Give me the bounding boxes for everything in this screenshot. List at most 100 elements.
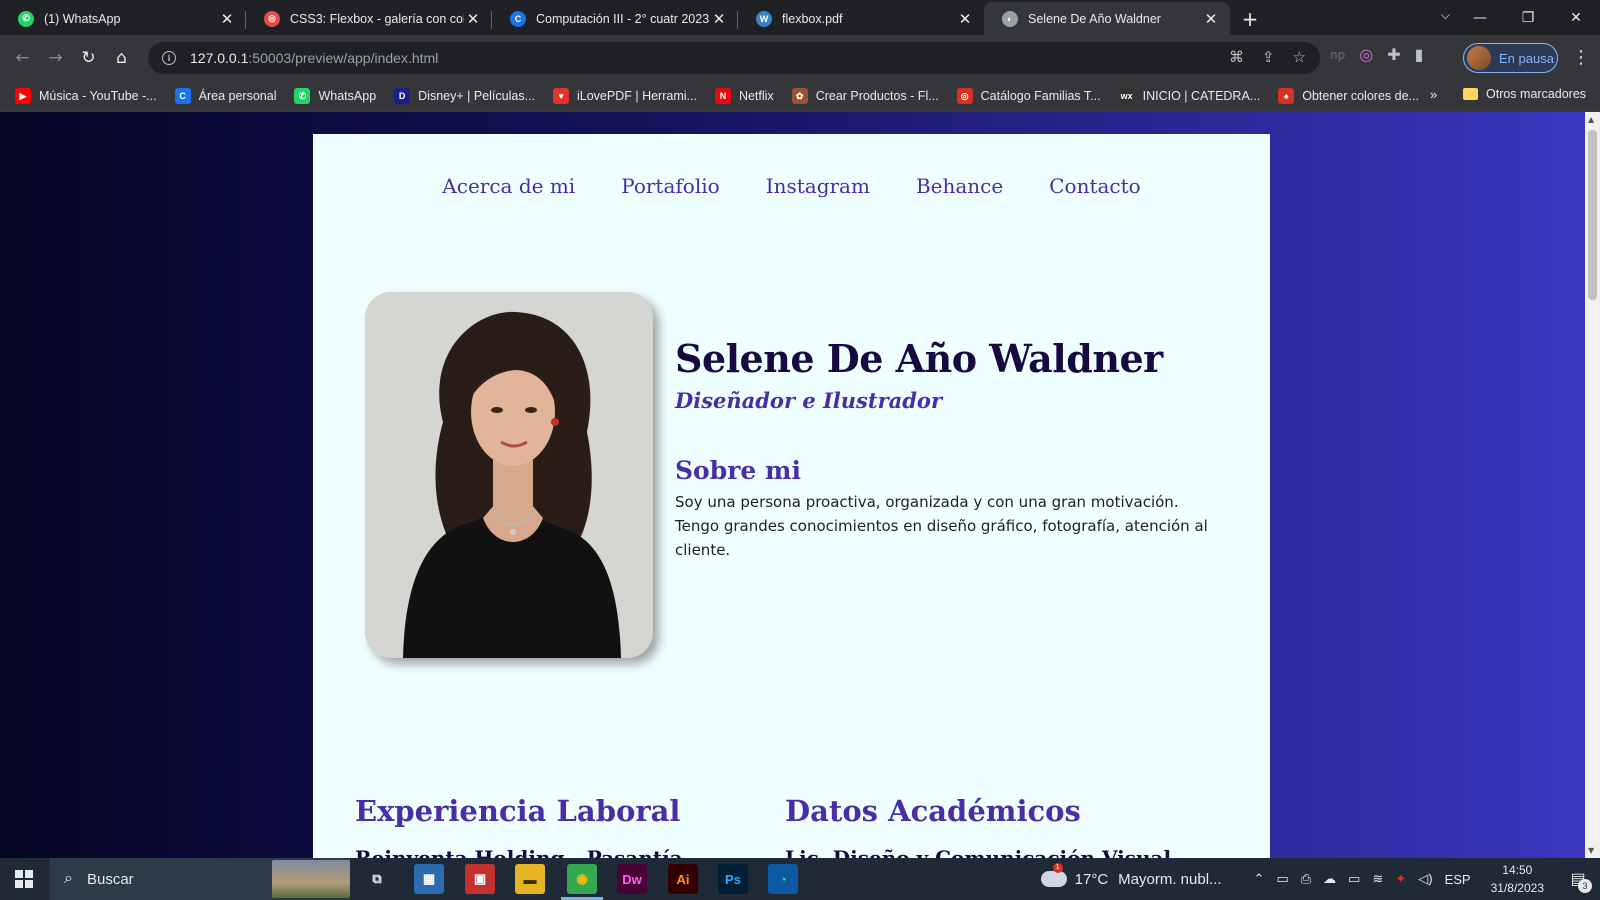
clock-time: 14:50 bbox=[1502, 863, 1533, 877]
extension-np-icon[interactable]: np bbox=[1330, 48, 1345, 62]
bookmark-label: WhatsApp bbox=[318, 89, 377, 103]
notification-center-icon[interactable]: ▤ 3 bbox=[1564, 865, 1592, 893]
nav-link-portafolio[interactable]: Portafolio bbox=[621, 174, 720, 198]
scroll-down-icon[interactable]: ▼ bbox=[1588, 846, 1594, 855]
url-text[interactable]: 127.0.0.1:50003/preview/app/index.html bbox=[190, 50, 438, 66]
site-info-icon[interactable]: i bbox=[162, 51, 176, 65]
translate-icon[interactable]: ⌘ bbox=[1229, 48, 1244, 66]
nav-link-acerca[interactable]: Acerca de mi bbox=[442, 174, 575, 198]
browser-tab[interactable]: ◐ Selene De Año Waldner ✕ bbox=[984, 2, 1230, 35]
bookmark-item[interactable]: ▶ Música - YouTube -... bbox=[15, 88, 157, 104]
edge-icon[interactable]: ◔ bbox=[768, 864, 798, 894]
bookmarks-overflow-icon[interactable]: » bbox=[1430, 87, 1437, 102]
forward-icon[interactable]: → bbox=[39, 42, 72, 75]
bookmark-label: Crear Productos - Fl... bbox=[815, 89, 939, 103]
browser-tab[interactable]: ✆ (1) WhatsApp ✕ bbox=[0, 2, 246, 35]
other-bookmarks-folder[interactable]: Otros marcadores bbox=[1463, 87, 1586, 101]
onedrive-icon[interactable]: ☁ bbox=[1323, 871, 1336, 887]
browser-tab[interactable]: Wflexbox.pdf ✕ bbox=[738, 2, 984, 35]
bookmark-favicon-icon: C bbox=[174, 88, 191, 104]
back-icon[interactable]: ← bbox=[6, 42, 39, 75]
site-nav: Acerca de mi Portafolio Instagram Behanc… bbox=[313, 174, 1270, 198]
browser-tab[interactable]: C Computación III - 2° cuatr 2023: I ✕ bbox=[492, 2, 738, 35]
share-icon[interactable]: ⇪ bbox=[1262, 48, 1275, 66]
volume-icon[interactable]: ◁) bbox=[1418, 871, 1432, 887]
bookmark-item[interactable]: ✿ Crear Productos - Fl... bbox=[791, 88, 939, 104]
windows-taskbar: ⌕ Buscar 1 17°C Mayorm. nubl... ⌃ ▭ ⎙ ☁ … bbox=[0, 858, 1600, 900]
wifi-icon[interactable]: ≋ bbox=[1372, 871, 1383, 887]
task-view-icon[interactable]: ⧉ bbox=[362, 864, 392, 894]
battery-icon[interactable]: ▭ bbox=[1348, 871, 1360, 887]
restore-icon[interactable]: ❐ bbox=[1504, 0, 1552, 35]
bookmark-item[interactable]: ♠ Obtener colores de... bbox=[1278, 88, 1419, 104]
app-tray-icon[interactable]: ✦ bbox=[1395, 871, 1406, 887]
nav-link-behance[interactable]: Behance bbox=[916, 174, 1003, 198]
bookmark-label: Netflix bbox=[738, 89, 774, 103]
nav-link-instagram[interactable]: Instagram bbox=[766, 174, 870, 198]
close-tab-icon[interactable]: ✕ bbox=[218, 10, 236, 28]
profile-button[interactable]: En pausa bbox=[1463, 43, 1558, 73]
home-icon[interactable]: ⌂ bbox=[105, 42, 138, 75]
nav-link-contacto[interactable]: Contacto bbox=[1049, 174, 1140, 198]
taskbar-search-input[interactable]: ⌕ Buscar bbox=[50, 858, 350, 900]
avatar bbox=[1467, 46, 1491, 70]
chrome-icon[interactable]: ◉ bbox=[561, 864, 603, 900]
globe-icon: ◐ bbox=[1002, 10, 1018, 27]
bookmark-item[interactable]: ◎ Catálogo Familias T... bbox=[956, 88, 1101, 104]
reload-icon[interactable]: ↻ bbox=[72, 42, 105, 75]
bookmark-item[interactable]: wx INICIO | CATEDRA... bbox=[1118, 88, 1260, 104]
bookmark-item[interactable]: D Disney+ | Películas... bbox=[394, 88, 535, 104]
bookmark-favicon-icon: ♠ bbox=[1278, 88, 1295, 104]
browser-tab[interactable]: ◎ CSS3: Flexbox - galería con colun ✕ bbox=[246, 2, 492, 35]
extensions-puzzle-icon[interactable]: ✚ bbox=[1387, 45, 1400, 64]
close-tab-icon[interactable]: ✕ bbox=[1202, 10, 1220, 28]
notification-count: 3 bbox=[1578, 879, 1592, 893]
address-bar[interactable]: i 127.0.0.1:50003/preview/app/index.html… bbox=[148, 42, 1320, 74]
css-site-icon: ◎ bbox=[264, 10, 280, 27]
bookmark-favicon-icon: N bbox=[714, 88, 731, 104]
side-panel-icon[interactable]: ▮ bbox=[1415, 45, 1424, 64]
close-tab-icon[interactable]: ✕ bbox=[956, 10, 974, 28]
scroll-up-icon[interactable]: ▲ bbox=[1588, 115, 1594, 124]
bookmark-label: Área personal bbox=[198, 89, 277, 103]
dreamweaver-icon[interactable]: Dw bbox=[617, 864, 647, 894]
minimize-icon[interactable]: — bbox=[1456, 0, 1504, 35]
search-icon: ⌕ bbox=[64, 870, 73, 887]
close-window-icon[interactable]: ✕ bbox=[1552, 0, 1600, 35]
chevron-up-icon[interactable]: ⌃ bbox=[1254, 871, 1265, 887]
extension-circle-icon[interactable]: ◎ bbox=[1359, 45, 1373, 64]
windows-start-icon[interactable] bbox=[0, 858, 48, 900]
scrollbar-thumb[interactable] bbox=[1588, 130, 1597, 300]
meet-icon[interactable]: ▭ bbox=[1276, 871, 1288, 887]
browser-toolbar: ← → ↻ ⌂ i 127.0.0.1:50003/preview/app/in… bbox=[0, 35, 1600, 81]
store-icon[interactable]: ▦ bbox=[414, 864, 444, 894]
illustrator-icon[interactable]: Ai bbox=[668, 864, 698, 894]
about-text: Soy una persona proactiva, organizada y … bbox=[675, 493, 1208, 559]
tab-search-icon[interactable]: ⌵ bbox=[1441, 8, 1450, 23]
bookmark-star-icon[interactable]: ☆ bbox=[1293, 48, 1306, 66]
tab-title: CSS3: Flexbox - galería con colun bbox=[290, 11, 464, 26]
file-explorer-icon[interactable]: ▬ bbox=[515, 864, 545, 894]
search-highlight-image bbox=[272, 860, 350, 898]
clock[interactable]: 14:50 31/8/2023 bbox=[1491, 861, 1544, 897]
bookmark-item[interactable]: ✆ WhatsApp bbox=[294, 88, 376, 104]
bookmarks-bar: ▶ Música - YouTube -... C Área personal ✆ Wha… bbox=[0, 81, 1600, 112]
page-scrollbar[interactable]: ▲ ▼ bbox=[1585, 112, 1600, 858]
bookmark-favicon-icon: ▶ bbox=[15, 88, 31, 104]
tab-title: (1) WhatsApp bbox=[44, 11, 121, 26]
browser-menu-icon[interactable]: ⋮ bbox=[1572, 47, 1590, 68]
close-tab-icon[interactable]: ✕ bbox=[464, 10, 482, 28]
printer-icon[interactable]: ⎙ bbox=[1301, 871, 1311, 887]
photoshop-icon[interactable]: Ps bbox=[718, 864, 748, 894]
about-heading: Sobre mi bbox=[675, 456, 801, 485]
academic-item: Lic. Diseño y Comunicación Visual bbox=[785, 846, 1172, 858]
language-indicator[interactable]: ESP bbox=[1445, 872, 1471, 887]
bookmark-item[interactable]: N Netflix bbox=[714, 88, 774, 104]
bookmark-item[interactable]: C Área personal bbox=[174, 88, 277, 104]
bookmark-favicon-icon: wx bbox=[1118, 88, 1135, 104]
weather-widget[interactable]: 1 17°C Mayorm. nubl... bbox=[1040, 863, 1222, 888]
gift-app-icon[interactable]: ▣ bbox=[465, 864, 495, 894]
bookmark-item[interactable]: ♥ iLovePDF | Herrami... bbox=[553, 88, 697, 104]
new-tab-icon[interactable]: + bbox=[1234, 2, 1266, 35]
close-tab-icon[interactable]: ✕ bbox=[710, 10, 728, 28]
